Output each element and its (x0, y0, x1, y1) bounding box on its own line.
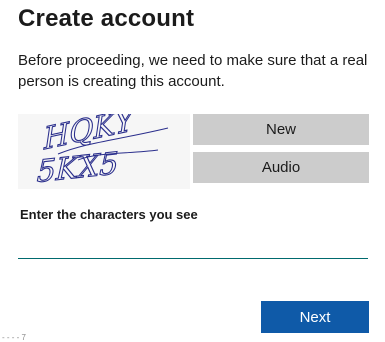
next-button[interactable]: Next (261, 301, 369, 333)
audio-captcha-button[interactable]: Audio (193, 152, 369, 183)
captcha-prompt-label: Enter the characters you see (20, 207, 198, 222)
new-captcha-button[interactable]: New (193, 114, 369, 145)
corner-text-fragment: - - - - 7 (2, 333, 26, 342)
captcha-line-2: 5KX5 (36, 146, 119, 189)
captcha-input[interactable] (18, 230, 368, 259)
captcha-image: HQKY 5KX5 (18, 114, 190, 189)
instructions-text: Before proceeding, we need to make sure … (18, 52, 368, 90)
page-title: Create account (18, 5, 195, 32)
captcha-svg: HQKY 5KX5 (36, 114, 169, 189)
